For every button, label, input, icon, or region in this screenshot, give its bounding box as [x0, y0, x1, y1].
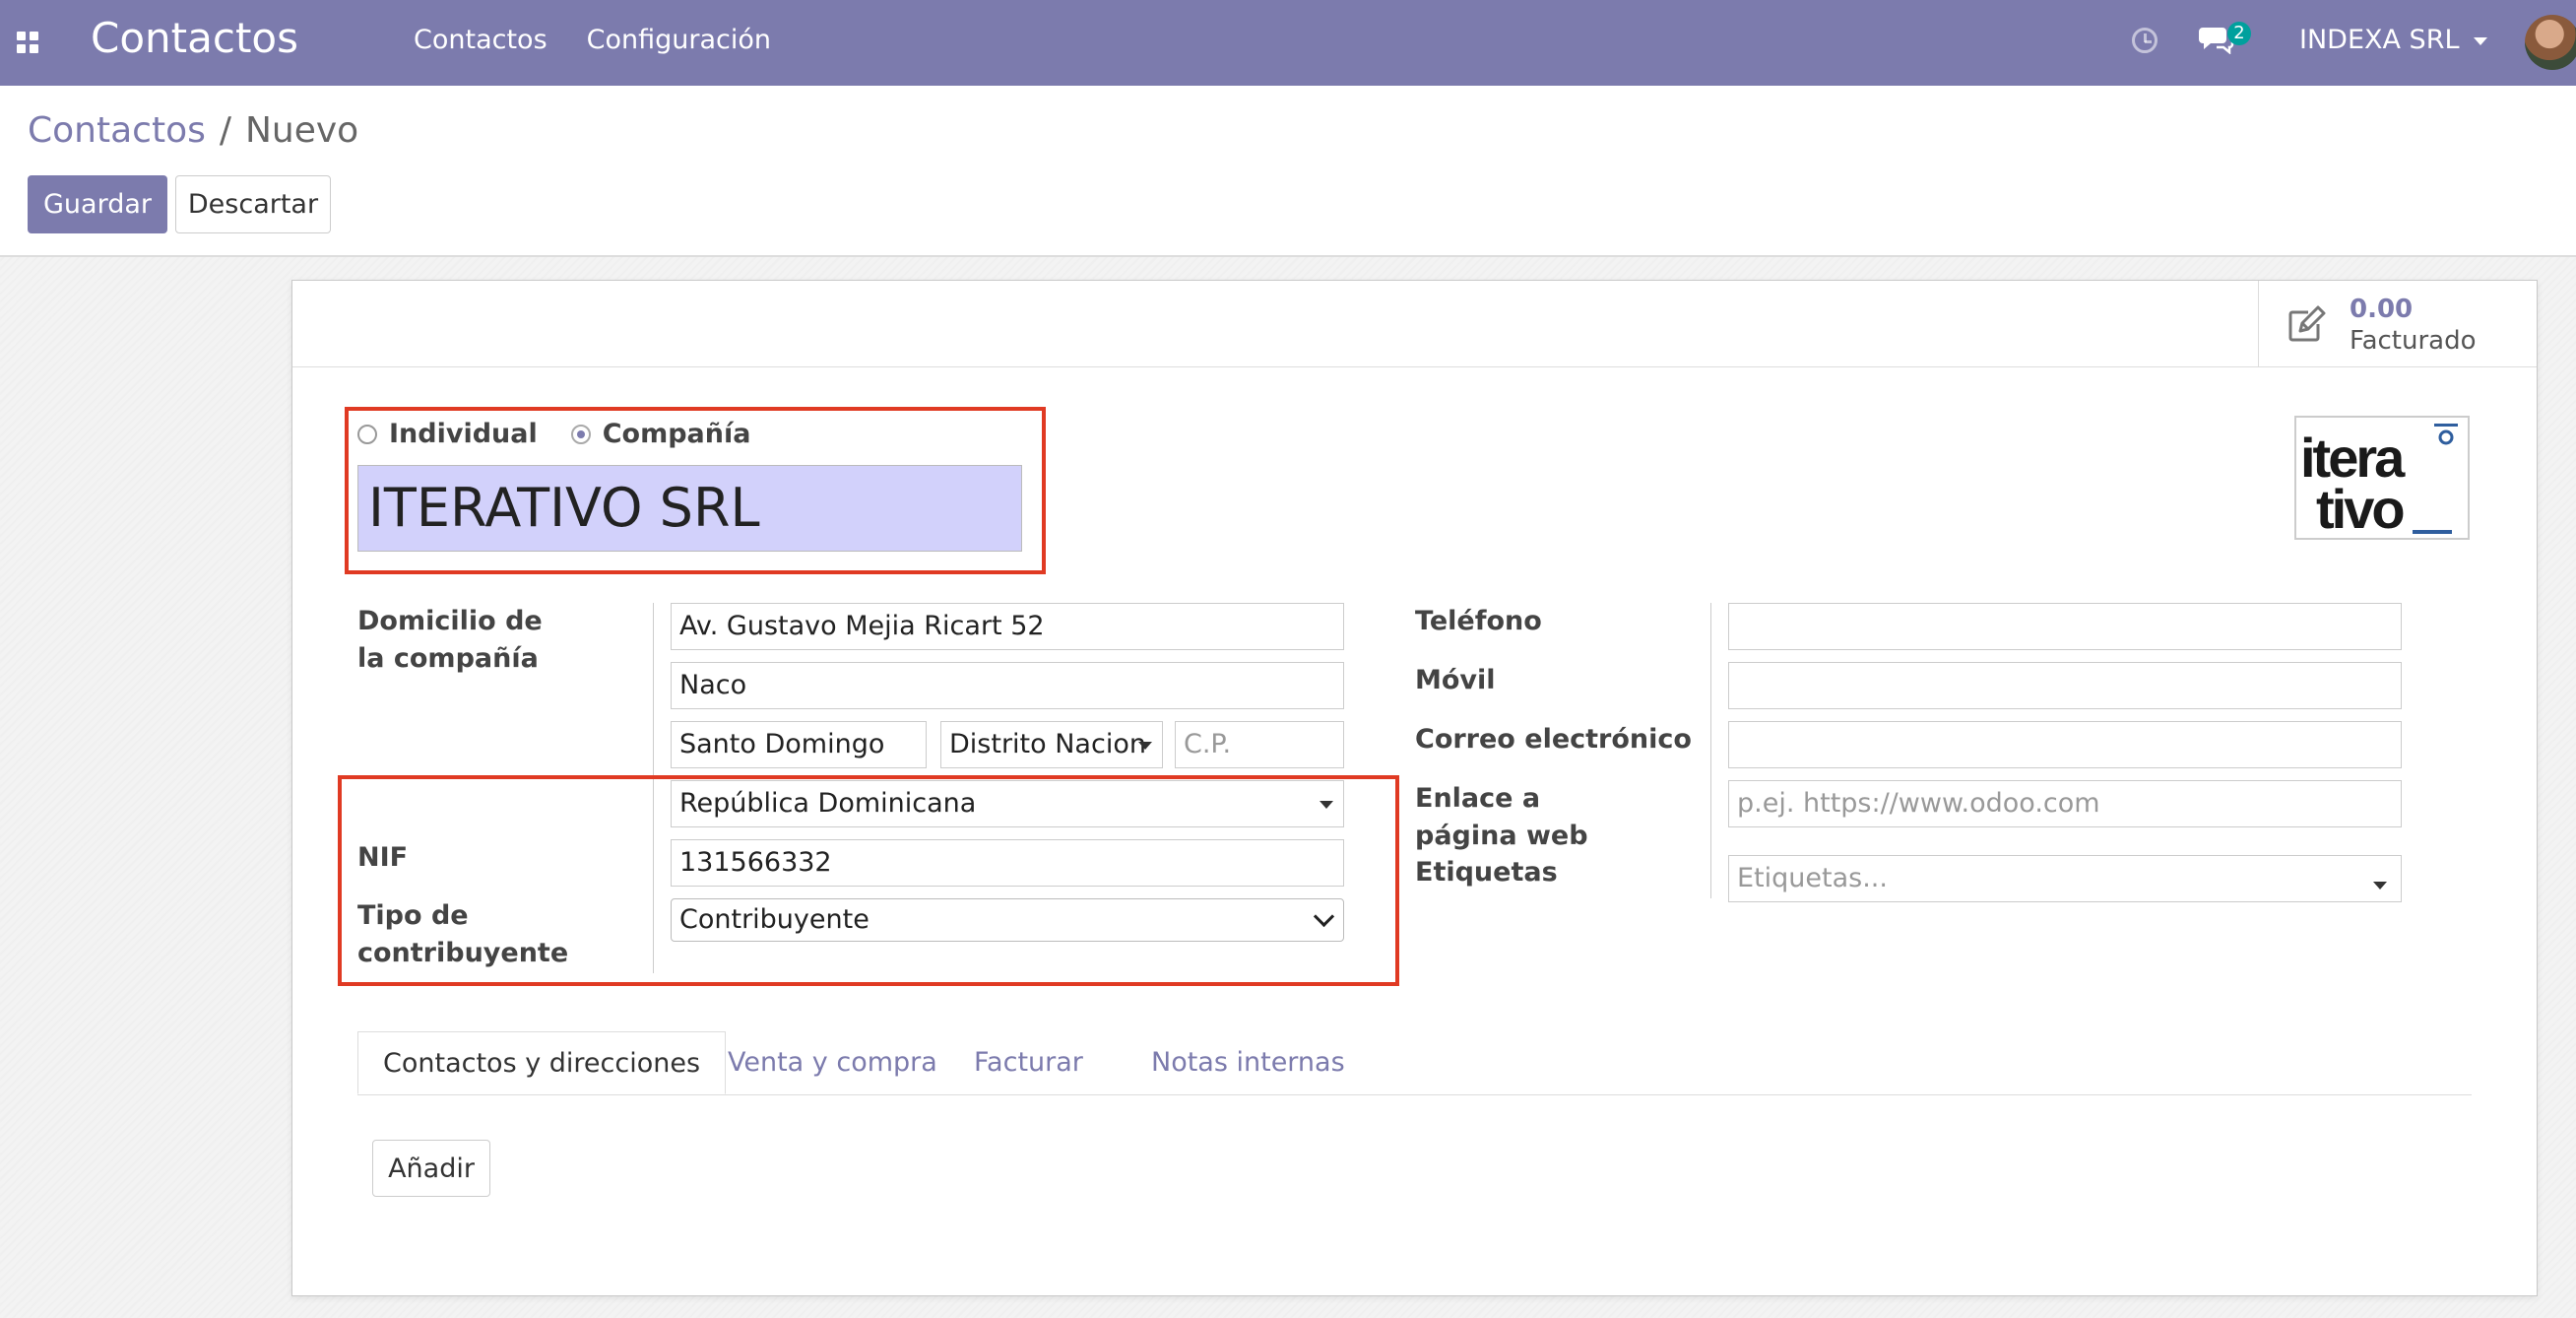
vat-label: NIF	[357, 842, 409, 873]
company-type-radio-group: Individual Compañía	[357, 419, 750, 449]
radio-compania-label[interactable]: Compañía	[603, 419, 751, 449]
street2-input[interactable]: Naco	[671, 662, 1344, 709]
country-value: República Dominicana	[679, 788, 977, 819]
state-caret-icon	[1138, 742, 1152, 750]
radio-individual[interactable]	[357, 424, 377, 444]
menu-item-configuracion[interactable]: Configuración	[587, 25, 771, 55]
city-input[interactable]: Santo Domingo	[671, 721, 927, 768]
breadcrumb: Contactos / Nuevo	[28, 110, 358, 151]
breadcrumb-separator: /	[219, 110, 231, 151]
tab-notas-internas[interactable]: Notas internas	[1151, 1031, 1345, 1094]
company-switcher[interactable]: INDEXA SRL	[2299, 25, 2487, 55]
address-label: Domicilio de la compañía	[357, 606, 543, 674]
mobile-label: Móvil	[1415, 665, 1496, 695]
tags-input[interactable]: Etiquetas...	[1728, 855, 2402, 902]
tab-venta-compra[interactable]: Venta y compra	[728, 1031, 937, 1094]
control-panel: Contactos / Nuevo Guardar Descartar	[0, 86, 2576, 257]
top-navbar: Contactos Contactos Configuración 2 INDE…	[0, 0, 2576, 86]
invoiced-stat-button[interactable]: 0.00 Facturado	[2258, 281, 2537, 366]
breadcrumb-current: Nuevo	[244, 110, 359, 151]
caret-down-icon	[2473, 36, 2487, 45]
website-input[interactable]: p.ej. https://www.odoo.com	[1728, 780, 2402, 827]
taxpayer-type-label: Tipo de contribuyente	[357, 900, 569, 968]
logo-underline	[2413, 530, 2452, 534]
user-avatar[interactable]	[2525, 15, 2576, 70]
tab-contactos-direcciones[interactable]: Contactos y direcciones	[357, 1031, 727, 1094]
apps-menu-icon[interactable]	[17, 32, 38, 53]
tags-placeholder: Etiquetas...	[1737, 863, 1888, 893]
country-select[interactable]: República Dominicana	[671, 780, 1344, 827]
email-input[interactable]	[1728, 721, 2402, 768]
radio-compania[interactable]	[570, 424, 591, 444]
email-label: Correo electrónico	[1415, 724, 1692, 755]
logo-accent-bar	[2434, 424, 2458, 427]
vat-input[interactable]: 131566332	[671, 839, 1344, 887]
app-title[interactable]: Contactos	[91, 14, 298, 62]
chevron-down-icon	[1313, 905, 1335, 928]
main-menu: Contactos Configuración	[414, 25, 771, 55]
country-caret-icon	[1320, 801, 1333, 809]
mobile-input[interactable]	[1728, 662, 2402, 709]
street-input[interactable]: Av. Gustavo Mejia Ricart 52	[671, 603, 1344, 650]
menu-item-contactos[interactable]: Contactos	[414, 25, 547, 55]
save-button[interactable]: Guardar	[28, 175, 167, 233]
taxpayer-type-select[interactable]: Contribuyente	[671, 898, 1344, 942]
phone-label: Teléfono	[1415, 606, 1542, 636]
partner-name-input[interactable]: ITERATIVO SRL	[357, 465, 1022, 552]
phone-input[interactable]	[1728, 603, 2402, 650]
invoiced-value: 0.00	[2350, 295, 2414, 324]
add-button[interactable]: Añadir	[372, 1140, 490, 1197]
partner-logo-image[interactable]: itera tivo	[2294, 416, 2470, 540]
notebook-tabs: Contactos y direcciones Venta y compra F…	[357, 1031, 2472, 1095]
breadcrumb-contactos-link[interactable]: Contactos	[28, 110, 206, 151]
smart-button-box: 0.00 Facturado	[292, 281, 2537, 367]
right-group-divider	[1710, 603, 1711, 898]
state-select[interactable]: Distrito Nacion	[940, 721, 1163, 768]
tab-facturar[interactable]: Facturar	[974, 1031, 1083, 1094]
messages-count-badge: 2	[2227, 22, 2251, 45]
radio-individual-label[interactable]: Individual	[389, 419, 538, 449]
invoiced-label: Facturado	[2350, 326, 2477, 356]
logo-line-2: tivo	[2316, 478, 2404, 538]
zip-input[interactable]: C.P.	[1175, 721, 1344, 768]
discard-button[interactable]: Descartar	[175, 175, 331, 233]
state-value: Distrito Nacion	[949, 729, 1146, 759]
tags-label: Etiquetas	[1415, 857, 1558, 888]
company-name: INDEXA SRL	[2299, 25, 2460, 55]
form-sheet: 0.00 Facturado Individual Compañía ITERA…	[291, 280, 2538, 1296]
website-label: Enlace a página web	[1415, 783, 1588, 851]
iterativo-logo: itera tivo	[2300, 424, 2458, 538]
tags-caret-icon	[2373, 882, 2387, 890]
taxpayer-type-value: Contribuyente	[679, 904, 869, 935]
logo-accent-dot	[2438, 429, 2454, 445]
edit-icon	[2288, 305, 2326, 342]
activity-clock-icon[interactable]	[2132, 28, 2157, 53]
